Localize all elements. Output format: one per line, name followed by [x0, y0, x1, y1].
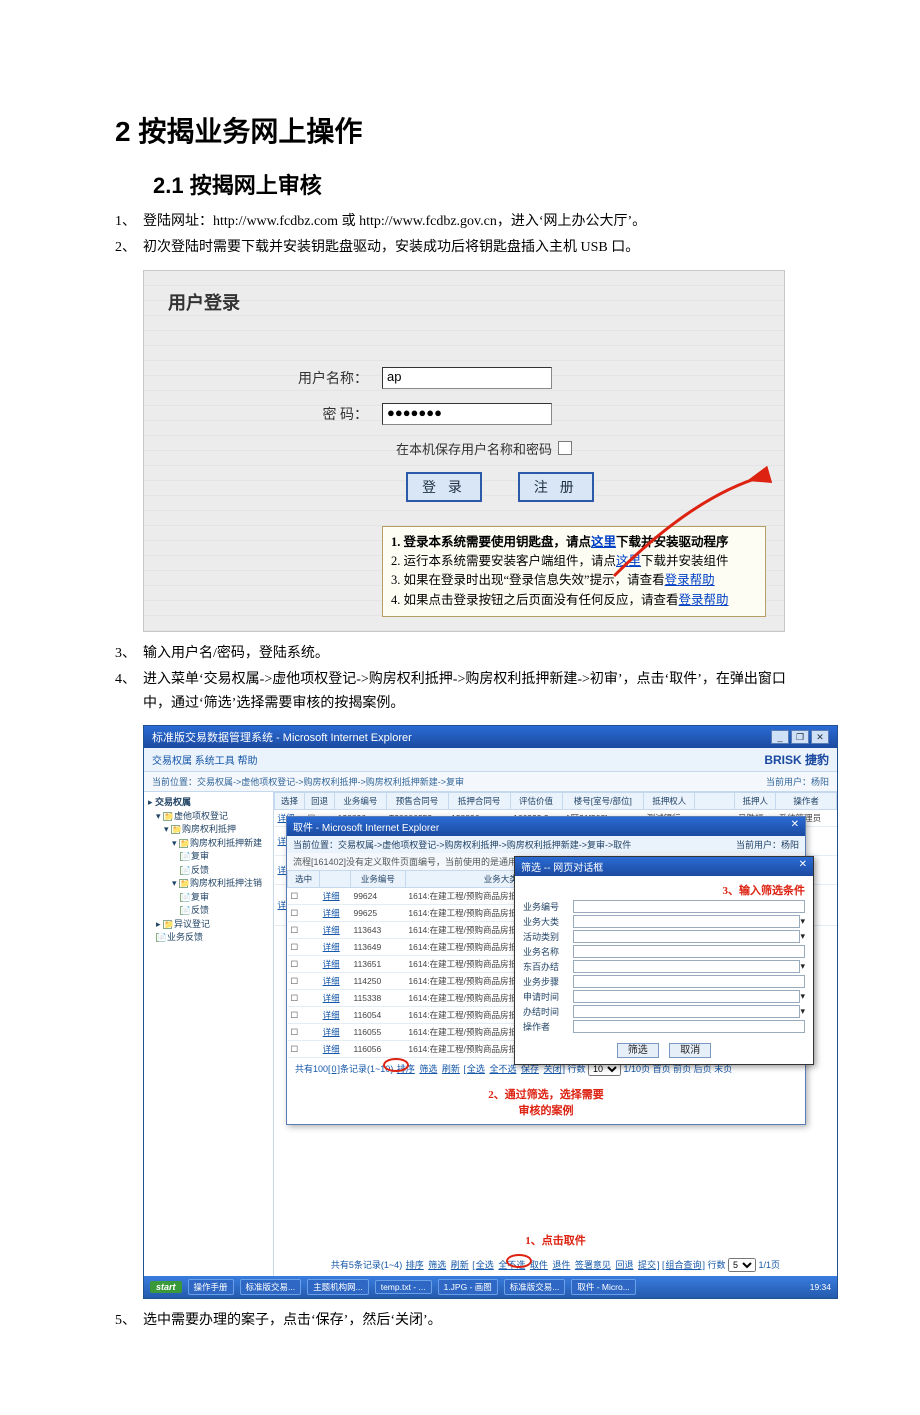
username-label: 用户名称： — [162, 368, 382, 388]
filter-field[interactable] — [573, 900, 805, 913]
heading-h1: 2 按揭业务网上操作 — [115, 110, 805, 150]
close-icon[interactable]: ✕ — [811, 730, 829, 744]
annotation-2: 2、通过筛选，选择需要 审核的案例 — [488, 1089, 604, 1117]
step-num-3: 3、 — [115, 642, 143, 666]
link-fcdbz-com[interactable]: http://www.fcdbz.com — [213, 214, 338, 229]
filter-field[interactable] — [573, 1005, 800, 1018]
link-fcdbz-gov[interactable]: http://www.fcdbz.gov.cn — [359, 214, 497, 229]
chevron-down-icon[interactable]: ▾ — [800, 991, 805, 1002]
window-title: 标准版交易数据管理系统 - Microsoft Internet Explore… — [152, 729, 412, 745]
remember-label: 在本机保存用户名称和密码 — [396, 439, 552, 458]
step-num-4: 4、 — [115, 668, 143, 716]
taskbar-item[interactable]: 取件 - Micro... — [571, 1279, 635, 1295]
login-title: 用户登录 — [168, 289, 766, 315]
taskbar-item[interactable]: 1.JPG - 画图 — [438, 1279, 498, 1295]
taskbar-item[interactable]: 标准版交易... — [240, 1279, 302, 1295]
login-notes: 1. 登录本系统需要使用钥匙盘，请点这里下载并安装驱动程序 2. 运行本系统需要… — [382, 526, 766, 618]
step-2: 初次登陆时需要下载并安装钥匙盘驱动，安装成功后将钥匙盘插入主机 USB 口。 — [143, 236, 639, 260]
menubar[interactable]: 交易权属 系统工具 帮助 — [152, 752, 258, 767]
password-input[interactable]: ●●●●●●● — [382, 403, 552, 425]
taskbar-item[interactable]: 主题机构网... — [307, 1279, 369, 1295]
filter-field[interactable] — [573, 975, 805, 988]
taskbar: start 操作手册 标准版交易... 主题机构网... temp.txt - … — [144, 1276, 837, 1298]
username-input[interactable]: ap — [382, 367, 552, 389]
download-component-link[interactable]: 这里 — [616, 554, 641, 568]
filter-ok-button[interactable]: 筛选 — [617, 1043, 659, 1058]
step-5: 选中需要办理的案子，点击‘保存’，然后‘关闭’。 — [143, 1309, 442, 1333]
current-user: 当前用户：杨阳 — [766, 775, 829, 788]
dialog-filter: 筛选 -- 网页对话框✕ 3、输入筛选条件 业务编号 业务大类▾ 活动类别▾ 业… — [514, 856, 814, 1065]
rows-select-2[interactable]: 5 — [728, 1258, 756, 1272]
step-1: 登陆网址：http://www.fcdbz.com 或 http://www.f… — [143, 210, 646, 234]
chevron-down-icon[interactable]: ▾ — [800, 1006, 805, 1017]
taskbar-item[interactable]: 标准版交易... — [504, 1279, 566, 1295]
dlg2-close-icon[interactable]: ✕ — [799, 859, 807, 874]
step-num-1: 1、 — [115, 210, 143, 234]
nav-tree[interactable]: ▸ 交易权属 ▾ 📁虚他项权登记 ▾ 📁购房权利抵押 ▾ 📁购房权利抵押新建 📄… — [144, 792, 274, 1276]
chevron-down-icon[interactable]: ▾ — [800, 931, 805, 942]
chevron-down-icon[interactable]: ▾ — [800, 961, 805, 972]
annotation-1: 1、点击取件 — [525, 1235, 586, 1247]
taskbar-clock: 19:34 — [810, 1282, 831, 1292]
filter-field[interactable] — [573, 930, 800, 943]
step-num-2: 2、 — [115, 236, 143, 260]
login-button[interactable]: 登 录 — [406, 472, 482, 502]
chevron-down-icon[interactable]: ▾ — [800, 916, 805, 927]
filter-cancel-button[interactable]: 取消 — [669, 1043, 711, 1058]
filter-field[interactable] — [573, 915, 800, 928]
pager-2[interactable]: 共有5条记录(1~4) 排序 筛选 刷新 [全选 全不选 取件 退件 签署意见 … — [274, 1254, 837, 1276]
login-help-link-1[interactable]: 登录帮助 — [665, 573, 715, 587]
maximize-icon[interactable]: ❐ — [791, 730, 809, 744]
step-4: 进入菜单‘交易权属->虚他项权登记->购房权利抵押->购房权利抵押新建->初审’… — [143, 668, 805, 716]
step-num-5: 5、 — [115, 1309, 143, 1333]
dlg1-close-icon[interactable]: ✕ — [791, 819, 799, 834]
taskbar-item[interactable]: 操作手册 — [188, 1279, 234, 1295]
start-button[interactable]: start — [150, 1281, 182, 1293]
step-3: 输入用户名/密码，登陆系统。 — [143, 642, 329, 666]
filter-field[interactable] — [573, 990, 800, 1003]
filter-field[interactable] — [573, 945, 805, 958]
filter-field[interactable] — [573, 960, 800, 973]
breadcrumb: 当前位置：交易权属->虚他项权登记->购房权利抵押->购房权利抵押新建->复审 — [152, 775, 464, 788]
download-driver-link[interactable]: 这里 — [591, 535, 616, 549]
annotation-3: 3、输入筛选条件 — [723, 885, 806, 897]
taskbar-item[interactable]: temp.txt - ... — [375, 1280, 432, 1294]
remember-checkbox[interactable] — [558, 441, 572, 455]
register-button[interactable]: 注 册 — [518, 472, 594, 502]
minimize-icon[interactable]: _ — [771, 730, 789, 744]
password-label: 密 码： — [162, 404, 382, 424]
brand-logo: BRISK 捷豹 — [764, 751, 829, 768]
figure-app: 标准版交易数据管理系统 - Microsoft Internet Explore… — [143, 725, 838, 1299]
filter-field[interactable] — [573, 1020, 805, 1033]
figure-login: 用户登录 用户名称： ap 密 码： ●●●●●●● 在本机保存用户名称和密码 … — [143, 270, 785, 633]
heading-h2: 2.1 按揭网上审核 — [153, 168, 805, 200]
login-help-link-2[interactable]: 登录帮助 — [679, 593, 729, 607]
